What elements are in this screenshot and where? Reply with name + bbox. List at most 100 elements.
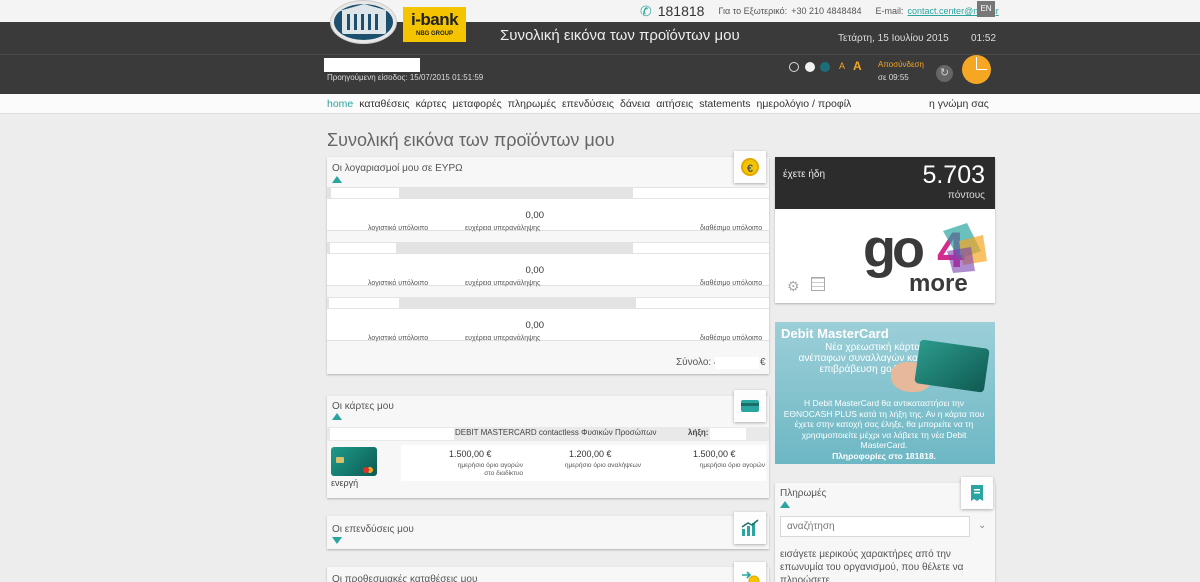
page-title: Συνολική εικόνα των προϊόντων μου xyxy=(327,130,615,150)
limit-value: 1.500,00 € xyxy=(693,449,736,459)
nav-item-statements[interactable]: statements xyxy=(699,98,750,110)
card-limits: 1.500,00 € ημερήσιο όριο αγορών στο διαδ… xyxy=(401,445,766,481)
ibank-logo-text: i-bank xyxy=(410,10,459,29)
ad-title: Debit MasterCard xyxy=(781,326,889,341)
card-expiry-redacted xyxy=(710,428,746,440)
nav-item-applications[interactable]: αιτήσεις xyxy=(656,98,693,110)
account-row[interactable]: 0,00 λογιστικό υπόλοιπο ευχέρεια υπερανά… xyxy=(327,187,769,232)
card-status: ενεργή xyxy=(331,478,359,488)
accounts-total-redacted xyxy=(715,357,759,369)
account-extra-redacted xyxy=(633,188,769,198)
go4more-points-bar: έχετε ήδη 5.703 πόντους xyxy=(775,157,995,209)
account-extra-redacted xyxy=(636,298,769,308)
bill-icon xyxy=(971,485,983,501)
collapse-arrow-icon[interactable] xyxy=(332,413,342,420)
payments-panel: Πληρωμές ⌄ εισάγετε μερικούς χαρακτήρες … xyxy=(775,477,995,582)
points-value: 5.703 xyxy=(922,161,985,189)
header-title: Συνολική εικόνα των προϊόντων μου xyxy=(500,27,740,44)
payments-icon[interactable] xyxy=(961,477,993,509)
term-deposits-panel: Οι προθεσμιακές καταθέσεις μου xyxy=(327,562,769,582)
nav-item-investments[interactable]: επενδύσεις xyxy=(562,98,614,110)
header-date: Τετάρτη, 15 Ιουλίου 2015 xyxy=(838,33,949,44)
header-divider xyxy=(0,54,1200,55)
term-deposits-icon[interactable] xyxy=(734,562,766,582)
nav-item-cards[interactable]: κάρτες xyxy=(416,98,447,110)
accounts-total-label: Σύνολο: 4 xyxy=(676,357,720,368)
account-row[interactable]: 0,00 λογιστικό υπόλοιπο ευχέρεια υπερανά… xyxy=(327,242,769,287)
contact-bar: ✆ 181818 Για το Εξωτερικό: +30 210 48484… xyxy=(640,0,999,22)
theme-dot-outline[interactable] xyxy=(789,62,799,72)
payments-title[interactable]: Πληρωμές xyxy=(780,488,826,499)
accounts-euro-icon[interactable]: € xyxy=(734,151,766,183)
nbg-logo[interactable] xyxy=(331,1,396,43)
collapse-arrow-icon[interactable] xyxy=(780,501,790,508)
cards-panel: Οι κάρτες μου DEBIT MASTERCARD contactle… xyxy=(327,390,769,498)
credit-card-icon[interactable] xyxy=(734,390,766,422)
header: Συνολική εικόνα των προϊόντων μου Τετάρτ… xyxy=(0,22,1200,94)
nav-item-calendar-profile[interactable]: ημερολόγιο / προφίλ xyxy=(757,98,852,110)
language-button[interactable]: EN xyxy=(977,1,995,17)
points-label: έχετε ήδη xyxy=(783,169,826,180)
font-size-large-button[interactable]: A xyxy=(853,59,862,73)
account-row[interactable]: 0,00 λογιστικό υπόλοιπο ευχέρεια υπερανά… xyxy=(327,297,769,342)
card-image[interactable] xyxy=(331,447,377,476)
email-label: E-mail: xyxy=(875,6,904,16)
chevron-down-icon[interactable]: ⌄ xyxy=(978,520,986,531)
phone-short: 181818 xyxy=(657,3,705,19)
overdraft-label: ευχέρεια υπερανάληψης xyxy=(465,225,541,232)
phone-icon: ✆ xyxy=(640,2,652,19)
limit-value: 1.200,00 € xyxy=(569,449,612,459)
nav-item-transfers[interactable]: μεταφορές xyxy=(453,98,502,110)
investments-chart-icon[interactable] xyxy=(734,512,766,544)
term-deposits-title[interactable]: Οι προθεσμιακές καταθέσεις μου xyxy=(332,574,477,582)
available-balance-label: διαθέσιμο υπόλοιπο xyxy=(700,335,763,342)
collapse-arrow-icon[interactable] xyxy=(332,176,342,183)
ledger-balance-label: λογιστικό υπόλοιπο xyxy=(368,335,429,342)
payments-help-text: εισάγετε μερικούς χαρακτήρες από την επω… xyxy=(780,549,964,582)
font-size-small-button[interactable]: A xyxy=(839,61,845,71)
accounts-title[interactable]: Οι λογαριασμοί μου σε ΕΥΡΩ xyxy=(332,163,463,174)
theme-dot-white[interactable] xyxy=(805,62,815,72)
logout-link[interactable]: Αποσύνδεση xyxy=(878,60,924,69)
go4more-panel[interactable]: έχετε ήδη 5.703 πόντους go 4 more ⚙ xyxy=(775,157,995,303)
debit-mastercard-ad[interactable]: Debit MasterCard Νέα χρεωστική κάρτα ανέ… xyxy=(775,322,995,464)
gear-icon[interactable]: ⚙ xyxy=(787,278,800,295)
accounts-total-currency: € xyxy=(760,357,766,368)
nav-item-payments[interactable]: πληρωμές xyxy=(508,98,556,110)
theme-dot-teal[interactable] xyxy=(820,62,830,72)
cards-title[interactable]: Οι κάρτες μου xyxy=(332,401,394,412)
session-timer-icon xyxy=(962,55,991,84)
calendar-icon[interactable] xyxy=(811,277,825,291)
ibank-logo-sub: NBG GROUP xyxy=(415,31,453,37)
nav-item-home[interactable]: home xyxy=(327,98,353,110)
overdraft-value: 0,00 xyxy=(525,320,545,331)
investments-title[interactable]: Οι επενδύσεις μου xyxy=(332,524,414,535)
account-number-redacted xyxy=(329,298,399,308)
account-number-redacted xyxy=(330,243,396,253)
ad-text: Η Debit MasterCard θα αντικαταστήσει την… xyxy=(783,398,985,450)
investments-panel: Οι επενδύσεις μου xyxy=(327,512,769,549)
ad-info: Πληροφορίες στο 181818. xyxy=(832,451,936,461)
logout-countdown: σε 09:55 xyxy=(878,73,909,82)
ibank-logo[interactable]: i-bank NBG GROUP xyxy=(403,7,466,42)
overdraft-value: 0,00 xyxy=(525,210,545,221)
user-name-redacted xyxy=(324,58,420,72)
nav-items: home καταθέσεις κάρτες μεταφορές πληρωμέ… xyxy=(327,98,857,110)
nav-item-loans[interactable]: δάνεια xyxy=(620,98,650,110)
card-glyph-icon xyxy=(741,400,759,412)
card-row-header[interactable]: DEBIT MASTERCARD contactless Φυσικών Προ… xyxy=(327,427,769,441)
expand-arrow-icon[interactable] xyxy=(332,537,342,544)
payments-search-input[interactable] xyxy=(780,516,970,537)
card-name: DEBIT MASTERCARD contactless Φυσικών Προ… xyxy=(455,428,657,437)
ledger-balance-label: λογιστικό υπόλοιπο xyxy=(368,225,429,232)
refresh-icon[interactable]: ↻ xyxy=(936,65,953,82)
account-row-body: 0,00 λογιστικό υπόλοιπο ευχέρεια υπερανά… xyxy=(327,199,769,232)
header-time: 01:52 xyxy=(971,33,997,44)
transfer-coin-icon xyxy=(742,571,760,582)
nav-item-deposits[interactable]: καταθέσεις xyxy=(359,98,409,110)
bar-chart-icon xyxy=(741,519,759,536)
account-extra-redacted xyxy=(633,243,769,253)
available-balance-label: διαθέσιμο υπόλοιπο xyxy=(700,225,763,232)
nav-item-opinion[interactable]: η γνώμη σας xyxy=(929,98,989,110)
euro-coin-icon: € xyxy=(741,158,759,176)
